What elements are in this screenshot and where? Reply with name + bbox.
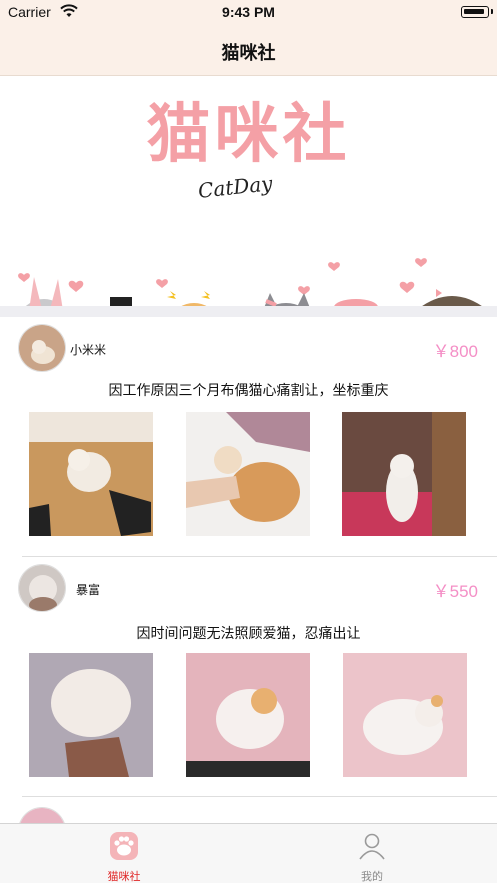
price-label: ￥800 xyxy=(432,342,478,361)
clock: 9:43 PM xyxy=(222,4,275,20)
tab-cat-club[interactable]: 猫咪社 xyxy=(64,824,184,883)
page-title: 猫咪社 xyxy=(221,43,276,64)
post-description: 因时间问题无法照顾爱猫，忍痛出让 xyxy=(136,626,361,642)
tab-label: 我的 xyxy=(361,870,383,883)
cats-illustration xyxy=(18,258,486,310)
cat-photo[interactable] xyxy=(186,653,310,777)
tab-me[interactable]: 我的 xyxy=(312,824,432,883)
post-card[interactable]: 暴富 ￥550 因时间问题无法照顾爱猫，忍痛出让 xyxy=(0,557,497,797)
post-description: 因工作原因三个月布偶猫心痛割让，坐标重庆 xyxy=(108,383,389,399)
banner-title: 猫咪社 xyxy=(146,98,351,172)
section-separator xyxy=(0,306,497,317)
post-card[interactable]: 小米米 ￥800 因工作原因三个月布偶猫心痛割让，坐标重庆 xyxy=(0,317,497,557)
cat-photo[interactable] xyxy=(342,412,466,536)
tab-bar: 猫咪社 我的 xyxy=(0,823,497,883)
cat-photo[interactable] xyxy=(29,653,153,777)
cat-photo[interactable] xyxy=(186,412,310,536)
avatar[interactable] xyxy=(18,564,66,612)
status-bar: Carrier 9:43 PM xyxy=(0,0,497,26)
banner-image: 猫咪社 CatDay xyxy=(0,77,497,310)
username[interactable]: 暴富 xyxy=(76,581,100,598)
battery-icon xyxy=(461,6,493,18)
person-icon xyxy=(359,833,385,860)
navigation-bar: 猫咪社 xyxy=(0,26,497,76)
tab-label: 猫咪社 xyxy=(107,870,141,883)
price-label: ￥550 xyxy=(432,582,478,601)
cat-photo[interactable] xyxy=(343,653,467,777)
avatar[interactable] xyxy=(18,324,66,372)
username[interactable]: 小米米 xyxy=(70,341,106,358)
cat-photo[interactable] xyxy=(29,412,153,536)
paw-icon xyxy=(110,832,138,860)
